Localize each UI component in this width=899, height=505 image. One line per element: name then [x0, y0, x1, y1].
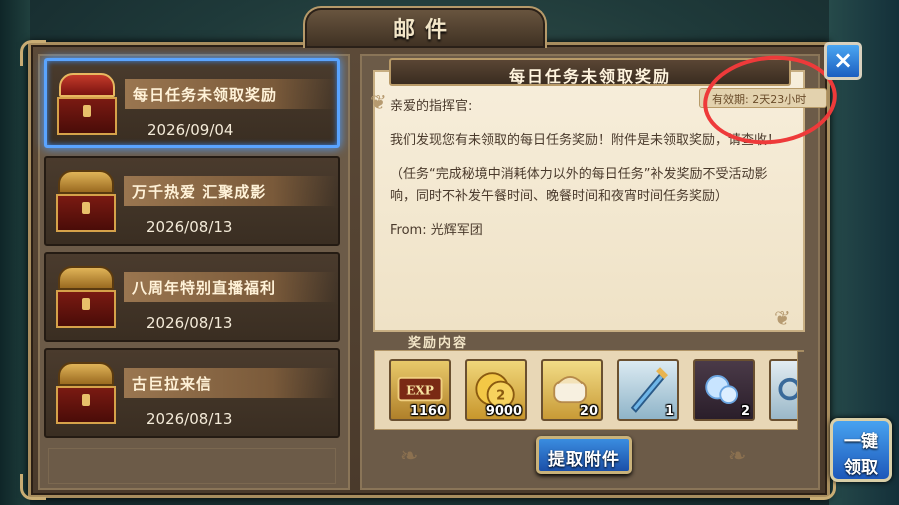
letter-paragraph: （任务“完成秘境中消耗体力以外的每日任务”补发奖励不受活动影响，同时不补发午餐时…: [390, 167, 768, 204]
ring-icon: [778, 377, 797, 401]
letter-sender: From: 光辉军团: [390, 223, 483, 238]
mail-list: 每日任务未领取奖励 2026/09/04 万千热爱 汇聚成影 2026/08/1…: [38, 54, 350, 490]
window-title: 邮件: [392, 18, 457, 43]
mail-title: 八周年特别直播福利: [132, 279, 277, 297]
rewards-header: 奖励内容: [384, 332, 804, 352]
reward-quantity: 1: [664, 404, 674, 419]
claim-all-button[interactable]: 一键 领取: [830, 418, 892, 482]
mail-window: 邮件 每日任务未领取奖励 2026/09/04 万千热爱 汇聚成影 2026/0…: [0, 0, 899, 505]
mail-title: 万千热爱 汇聚成影: [132, 183, 267, 201]
treasure-chest-icon: [56, 170, 116, 234]
background-left: [0, 0, 30, 505]
reward-quantity: 1160: [409, 404, 446, 419]
claim-all-label: 一键: [844, 432, 878, 452]
reward-item-gold[interactable]: 2 9000: [465, 359, 527, 421]
mail-item-fan-event[interactable]: 万千热爱 汇聚成影 2026/08/13: [44, 156, 340, 246]
mail-item-letter[interactable]: 古巨拉来信 2026/08/13: [44, 348, 340, 438]
reward-quantity: 20: [579, 404, 598, 419]
reward-item-exp[interactable]: EXP 1160: [389, 359, 451, 421]
reward-item-bread[interactable]: 20: [541, 359, 603, 421]
mail-item-daily-reward[interactable]: 每日任务未领取奖励 2026/09/04: [44, 58, 340, 148]
flourish-ornament-icon: ❦: [370, 90, 387, 114]
mail-title: 古巨拉来信: [132, 375, 213, 393]
mail-title-bar: 每日任务未领取奖励: [125, 79, 337, 109]
flourish-ornament-icon: ❧: [728, 444, 747, 469]
close-button[interactable]: ×: [824, 42, 862, 80]
close-icon: ×: [832, 46, 854, 74]
claim-all-label: 领取: [844, 458, 878, 478]
mail-date: 2026/08/13: [146, 218, 233, 236]
reward-item-crystal[interactable]: 2: [693, 359, 755, 421]
mail-title: 每日任务未领取奖励: [133, 86, 278, 104]
mail-date: 2026/08/13: [146, 314, 233, 332]
treasure-chest-icon: [56, 362, 116, 426]
mail-title-bar: 万千热爱 汇聚成影: [124, 176, 336, 206]
reward-quantity: 2: [740, 404, 750, 419]
rewards-row: EXP 1160 2 9000 20 1 2: [374, 350, 798, 430]
mail-title-bar: 八周年特别直播福利: [124, 272, 336, 302]
extract-attachment-button[interactable]: 提取附件: [536, 436, 632, 474]
rewards-header-label: 奖励内容: [408, 336, 469, 351]
flourish-ornament-icon: ❧: [400, 444, 419, 469]
flourish-ornament-icon: ❦: [774, 306, 791, 330]
svg-text:EXP: EXP: [406, 384, 434, 398]
mail-date: 2026/09/04: [147, 121, 234, 139]
mail-item-anniversary[interactable]: 八周年特别直播福利 2026/08/13: [44, 252, 340, 342]
treasure-chest-icon: [57, 73, 117, 137]
extract-attachment-label: 提取附件: [548, 450, 620, 470]
treasure-chest-icon: [56, 266, 116, 330]
reward-item-ring[interactable]: [769, 359, 797, 421]
window-title-tab: 邮件: [303, 6, 547, 48]
empty-mail-slot: [48, 448, 336, 484]
svg-text:2: 2: [496, 388, 505, 403]
reward-quantity: 9000: [485, 404, 522, 419]
mail-title-bar: 古巨拉来信: [124, 368, 336, 398]
mail-date: 2026/08/13: [146, 410, 233, 428]
reward-item-sword[interactable]: 1: [617, 359, 679, 421]
